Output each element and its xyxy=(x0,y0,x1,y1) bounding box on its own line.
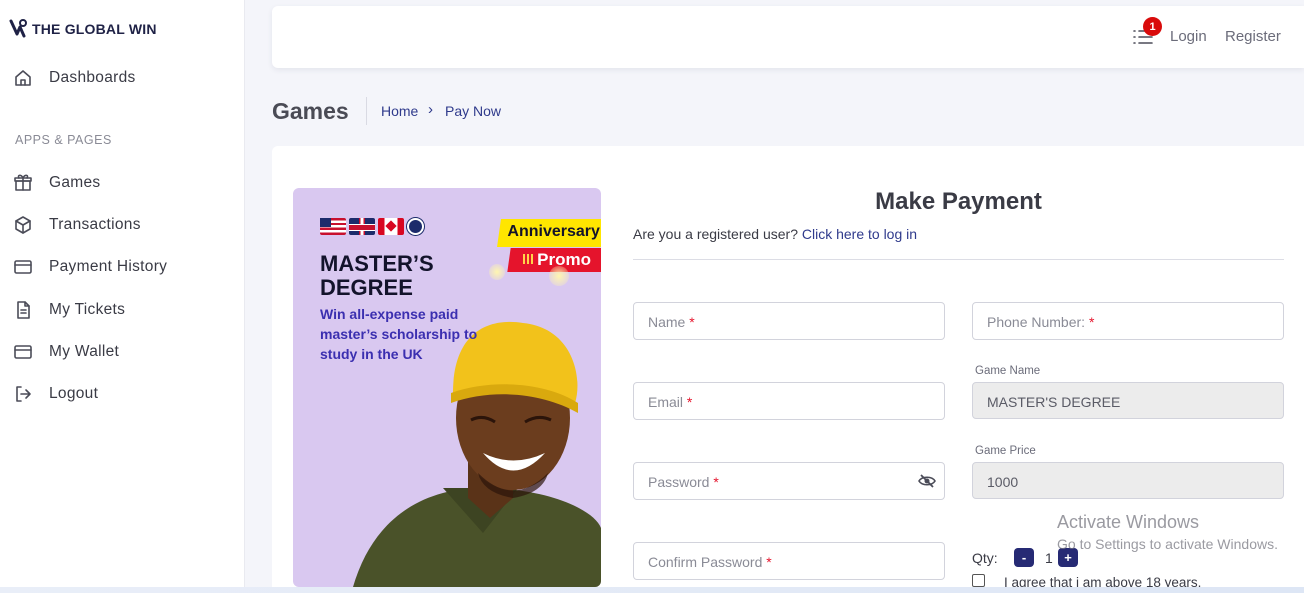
anniversary-tag-text: Anniversary xyxy=(507,223,600,240)
qty-value[interactable]: 1 xyxy=(1045,550,1053,566)
canada-flag-icon xyxy=(378,218,404,235)
logout-icon xyxy=(16,386,31,402)
game-price-label: Game Price xyxy=(975,445,1036,457)
breadcrumb-divider xyxy=(366,97,367,125)
sidebar-item-label: My Tickets xyxy=(49,301,126,318)
form-divider xyxy=(633,259,1284,260)
chevron-right-icon: › xyxy=(428,101,433,118)
brand[interactable]: THE GLOBAL WIN xyxy=(8,18,157,40)
sidebar-item-label: Payment History xyxy=(49,258,168,275)
sidebar-item-payment-history[interactable]: Payment History xyxy=(13,257,167,277)
sidebar-item-my-tickets[interactable]: My Tickets xyxy=(13,300,125,320)
sidebar: THE GLOBAL WIN Dashboards APPS & PAGES G… xyxy=(0,0,245,593)
email-placeholder: Email xyxy=(648,394,684,410)
global-win-logo-icon xyxy=(9,19,27,38)
sidebar-item-label: Dashboards xyxy=(49,69,136,86)
eye-slash-icon[interactable] xyxy=(918,473,936,489)
sidebar-section-label: APPS & PAGES xyxy=(15,133,112,147)
anniversary-tag: Anniversary xyxy=(497,219,601,247)
sidebar-item-games[interactable]: Games xyxy=(13,173,100,193)
top-navbar: 1 Login Register xyxy=(272,6,1304,68)
activate-windows-hint: Go to Settings to activate Windows. xyxy=(1057,536,1278,552)
age-agree-checkbox[interactable] xyxy=(972,574,985,587)
bottom-strip xyxy=(0,587,1304,593)
sparkle-icon xyxy=(549,266,569,286)
seal-icon xyxy=(407,218,424,235)
promo-subtitle: Win all-expense paid master’s scholarshi… xyxy=(320,306,478,362)
promo-banner-image: MASTER’S DEGREE Win all-expense paid mas… xyxy=(293,188,601,587)
name-placeholder: Name xyxy=(648,314,686,330)
password-field[interactable]: Password * xyxy=(633,462,945,500)
brand-name: THE GLOBAL WIN xyxy=(32,21,157,37)
sidebar-item-transactions[interactable]: Transactions xyxy=(13,215,141,235)
sparkle-icon xyxy=(489,264,505,280)
name-field[interactable]: Name * xyxy=(633,302,945,340)
registered-user-prompt: Are you a registered user? Click here to… xyxy=(633,226,917,242)
confirm-password-placeholder: Confirm Password xyxy=(648,554,763,570)
confirm-password-field[interactable]: Confirm Password * xyxy=(633,542,945,580)
credit-card-icon xyxy=(14,260,32,274)
qty-decrement-button[interactable]: - xyxy=(1014,548,1034,567)
email-field[interactable]: Email * xyxy=(633,382,945,420)
required-mark: * xyxy=(689,314,695,330)
sidebar-item-dashboards[interactable]: Dashboards xyxy=(13,68,136,88)
notification-badge: 1 xyxy=(1143,17,1162,36)
cube-icon xyxy=(15,216,31,234)
game-name-field: MASTER'S DEGREE xyxy=(972,382,1284,419)
home-icon xyxy=(15,70,31,86)
activate-windows-title: Activate Windows xyxy=(1057,512,1200,532)
page-title: Games xyxy=(272,98,349,124)
gift-icon xyxy=(14,174,32,191)
phone-field[interactable]: Phone Number: * xyxy=(972,302,1284,340)
document-icon xyxy=(17,301,30,319)
login-here-link[interactable]: Click here to log in xyxy=(802,226,917,242)
sidebar-item-label: Logout xyxy=(49,385,99,402)
password-placeholder: Password xyxy=(648,474,710,490)
sidebar-item-label: My Wallet xyxy=(49,343,120,360)
breadcrumb-home[interactable]: Home xyxy=(381,103,418,119)
required-mark: * xyxy=(713,474,719,490)
login-link[interactable]: Login xyxy=(1170,28,1207,45)
phone-placeholder: Phone Number: xyxy=(987,314,1086,330)
sidebar-item-logout[interactable]: Logout xyxy=(13,384,98,404)
game-name-label: Game Name xyxy=(975,365,1041,377)
required-mark: * xyxy=(1088,314,1095,330)
form-title: Make Payment xyxy=(875,188,1042,215)
registered-user-question: Are you a registered user? xyxy=(633,226,798,242)
qty-label: Qty: xyxy=(972,550,998,566)
sidebar-item-my-wallet[interactable]: My Wallet xyxy=(13,342,119,362)
sidebar-item-label: Transactions xyxy=(49,216,141,233)
register-link[interactable]: Register xyxy=(1225,28,1281,45)
country-flags xyxy=(320,218,424,235)
wallet-icon xyxy=(14,345,32,359)
required-mark: * xyxy=(766,554,772,570)
sidebar-item-label: Games xyxy=(49,174,101,191)
breadcrumb-current: Pay Now xyxy=(445,103,502,119)
required-mark: * xyxy=(686,394,693,410)
dot-grid-icon xyxy=(523,254,533,264)
uk-flag-icon xyxy=(349,218,375,235)
game-price-field: 1000 xyxy=(972,462,1284,499)
us-flag-icon xyxy=(320,218,346,235)
